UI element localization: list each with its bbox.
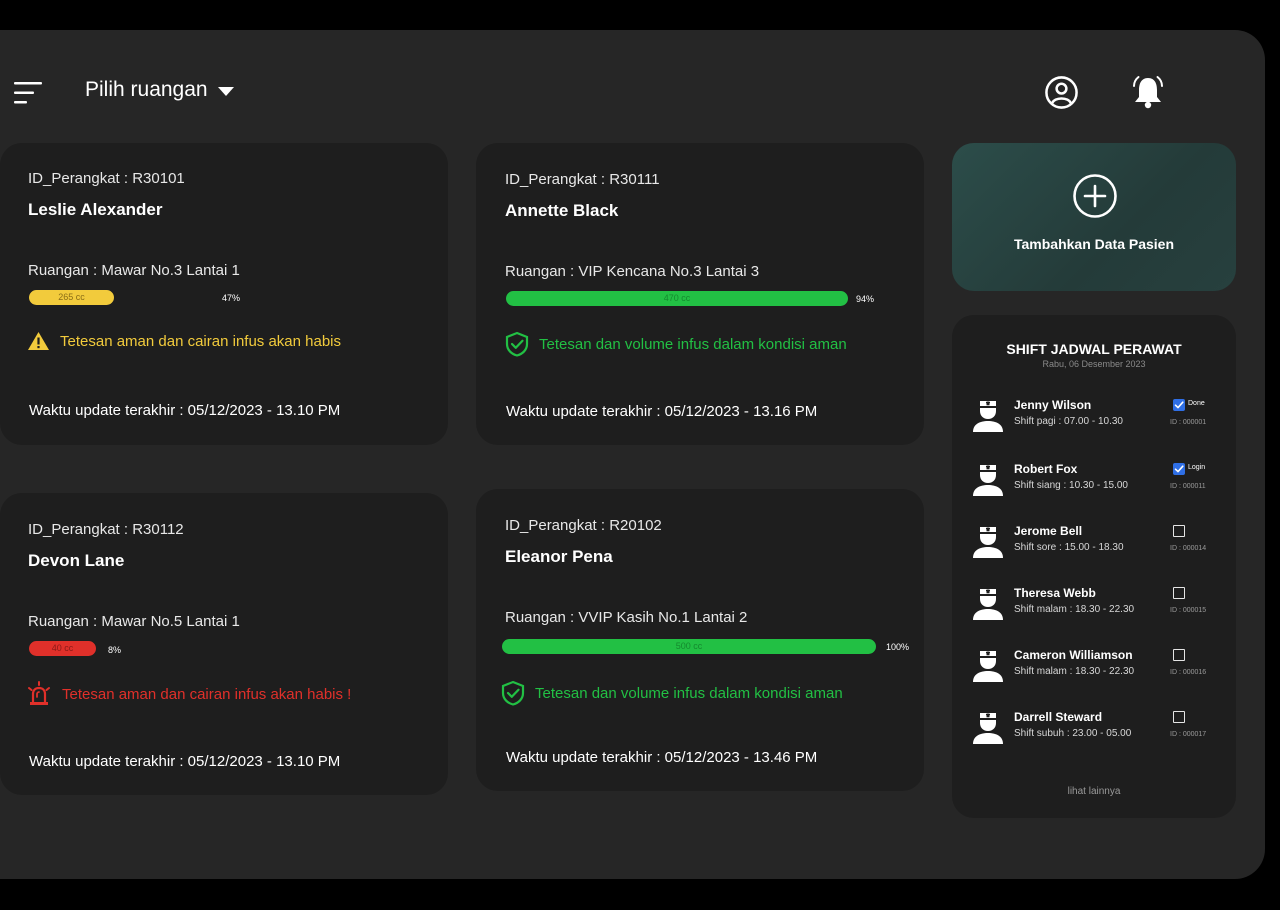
nurse-name: Darrell Steward <box>1014 710 1103 724</box>
checkbox-status-label: Login <box>1188 464 1206 471</box>
room-label: Ruangan : Mawar No.3 Lantai 1 <box>28 262 240 279</box>
percent-label: 8% <box>108 645 122 655</box>
percent-label: 47% <box>222 293 241 303</box>
nurse-shift-time: Shift malam : 18.30 - 22.30 <box>1014 604 1135 615</box>
infusion-level-bar: 265 cc <box>29 290 114 305</box>
nurse-avatar-icon <box>973 651 1003 682</box>
alarm-siren-icon <box>28 681 50 705</box>
last-update: Waktu update terakhir : 05/12/2023 - 13.… <box>506 749 818 766</box>
percent-label: 94% <box>856 294 875 304</box>
checkbox-status-label: Done <box>1188 400 1205 407</box>
patient-card-r30112[interactable]: ID_Perangkat : R30112 Devon Lane Ruangan… <box>0 493 448 795</box>
nurse-id: ID : 000017 <box>1170 731 1207 738</box>
nurse-row: Jenny Wilson Shift pagi : 07.00 - 10.30 Do… <box>972 395 1222 437</box>
add-patient-button[interactable]: Tambahkan Data Pasien <box>952 143 1236 291</box>
volume-label: 500 cc <box>675 641 703 651</box>
nurse-avatar-icon <box>973 527 1003 558</box>
menu-icon[interactable] <box>14 80 44 106</box>
see-more-link[interactable]: lihat lainnya <box>952 786 1236 797</box>
nurse-name: Theresa Webb <box>1014 586 1096 600</box>
warning-triangle-icon <box>28 332 49 350</box>
nurse-shift-time: Shift malam : 18.30 - 22.30 <box>1014 666 1135 677</box>
add-patient-label: Tambahkan Data Pasien <box>1013 236 1175 252</box>
shift-date: Rabu, 06 Desember 2023 <box>1042 359 1146 369</box>
nurse-avatar-icon <box>973 465 1003 496</box>
nurse-id: ID : 000011 <box>1170 483 1206 490</box>
patient-name: Leslie Alexander <box>28 200 163 219</box>
patient-name: Annette Black <box>505 201 619 220</box>
status-text: Tetesan dan volume infus dalam kondisi a… <box>539 335 847 353</box>
volume-label: 40 cc <box>51 643 74 653</box>
nurse-id: ID : 000001 <box>1170 419 1207 426</box>
nurse-id: ID : 000014 <box>1170 545 1207 552</box>
caret-down-icon <box>217 86 234 96</box>
patient-name: Devon Lane <box>28 551 125 570</box>
patient-card-r30111[interactable]: ID_Perangkat : R30111 Annette Black Ruan… <box>476 143 924 445</box>
patient-card-r30101[interactable]: ID_Perangkat : R30101 Leslie Alexander R… <box>0 143 448 445</box>
nurse-row: Cameron Williamson Shift malam : 18.30 - … <box>972 645 1222 687</box>
nurse-row: Jerome Bell Shift sore : 15.00 - 18.30 ID … <box>972 521 1222 563</box>
device-id: ID_Perangkat : R30101 <box>28 170 185 187</box>
nurse-row: Robert Fox Shift siang : 10.30 - 15.00 Log… <box>972 459 1222 501</box>
status-text: Tetesan aman dan cairan infus akan habis… <box>62 685 352 703</box>
shift-title: SHIFT JADWAL PERAWAT <box>1006 341 1182 357</box>
nurse-name: Cameron Williamson <box>1014 648 1133 662</box>
user-circle-icon[interactable] <box>1044 75 1079 110</box>
nurse-shift-time: Shift sore : 15.00 - 18.30 <box>1014 542 1124 553</box>
checkbox-checked-icon[interactable] <box>1173 463 1185 475</box>
nurse-row: Darrell Steward Shift subuh : 23.00 - 05.… <box>972 707 1222 749</box>
last-update: Waktu update terakhir : 05/12/2023 - 13.… <box>29 753 341 770</box>
infusion-level-bar: 470 cc <box>506 291 848 306</box>
infusion-level-bar: 500 cc <box>502 639 876 654</box>
infusion-level-bar: 40 cc <box>29 641 96 656</box>
device-id: ID_Perangkat : R20102 <box>505 517 662 534</box>
room-label: Ruangan : Mawar No.5 Lantai 1 <box>28 613 240 630</box>
status-message: Tetesan dan volume infus dalam kondisi a… <box>505 331 847 357</box>
patient-name: Eleanor Pena <box>505 547 613 566</box>
nurse-shift-time: Shift pagi : 07.00 - 10.30 <box>1014 416 1123 427</box>
nurse-id: ID : 000015 <box>1170 607 1207 614</box>
nurse-avatar-icon <box>973 589 1003 620</box>
checkbox-icon[interactable] <box>1173 525 1185 537</box>
nurse-name: Jenny Wilson <box>1014 398 1092 412</box>
room-label: Ruangan : VVIP Kasih No.1 Lantai 2 <box>505 609 748 626</box>
nurse-name: Robert Fox <box>1014 462 1078 476</box>
nurse-shift-schedule: SHIFT JADWAL PERAWAT Rabu, 06 Desember 2… <box>952 315 1236 818</box>
nurse-name: Jerome Bell <box>1014 524 1083 538</box>
shield-check-icon <box>505 331 529 357</box>
plus-circle-icon <box>1073 174 1117 218</box>
room-select-label: Pilih ruangan <box>85 78 208 101</box>
nurse-row: Theresa Webb Shift malam : 18.30 - 22.30 I… <box>972 583 1222 625</box>
checkbox-checked-icon[interactable] <box>1173 399 1185 411</box>
status-message: Tetesan aman dan cairan infus akan habis <box>27 331 341 351</box>
device-id: ID_Perangkat : R30111 <box>505 171 660 188</box>
status-message: Tetesan aman dan cairan infus akan habis… <box>26 681 351 707</box>
room-select-dropdown[interactable]: Pilih ruangan <box>85 78 234 102</box>
dashboard-screen: Pilih ruangan ID_Perangkat : R30101 Lesl… <box>0 30 1265 879</box>
nurse-avatar-icon <box>973 713 1003 744</box>
nurse-shift-time: Shift siang : 10.30 - 15.00 <box>1014 480 1128 491</box>
nurse-avatar-icon <box>973 401 1003 432</box>
nurse-shift-time: Shift subuh : 23.00 - 05.00 <box>1014 728 1132 739</box>
percent-label: 100% <box>886 642 910 652</box>
checkbox-icon[interactable] <box>1173 711 1185 723</box>
last-update: Waktu update terakhir : 05/12/2023 - 13.… <box>506 403 818 420</box>
status-text: Tetesan aman dan cairan infus akan habis <box>60 332 342 350</box>
checkbox-icon[interactable] <box>1173 587 1185 599</box>
volume-label: 265 cc <box>58 292 85 302</box>
bell-ringing-icon[interactable] <box>1130 74 1166 110</box>
shield-check-icon <box>501 680 525 706</box>
volume-label: 470 cc <box>663 293 691 303</box>
room-label: Ruangan : VIP Kencana No.3 Lantai 3 <box>505 263 760 280</box>
status-text: Tetesan dan volume infus dalam kondisi a… <box>535 684 843 702</box>
patient-card-r20102[interactable]: ID_Perangkat : R20102 Eleanor Pena Ruang… <box>476 489 924 791</box>
device-id: ID_Perangkat : R30112 <box>28 521 184 538</box>
last-update: Waktu update terakhir : 05/12/2023 - 13.… <box>29 402 341 419</box>
status-message: Tetesan dan volume infus dalam kondisi a… <box>501 680 843 706</box>
nurse-id: ID : 000016 <box>1170 669 1207 676</box>
checkbox-icon[interactable] <box>1173 649 1185 661</box>
